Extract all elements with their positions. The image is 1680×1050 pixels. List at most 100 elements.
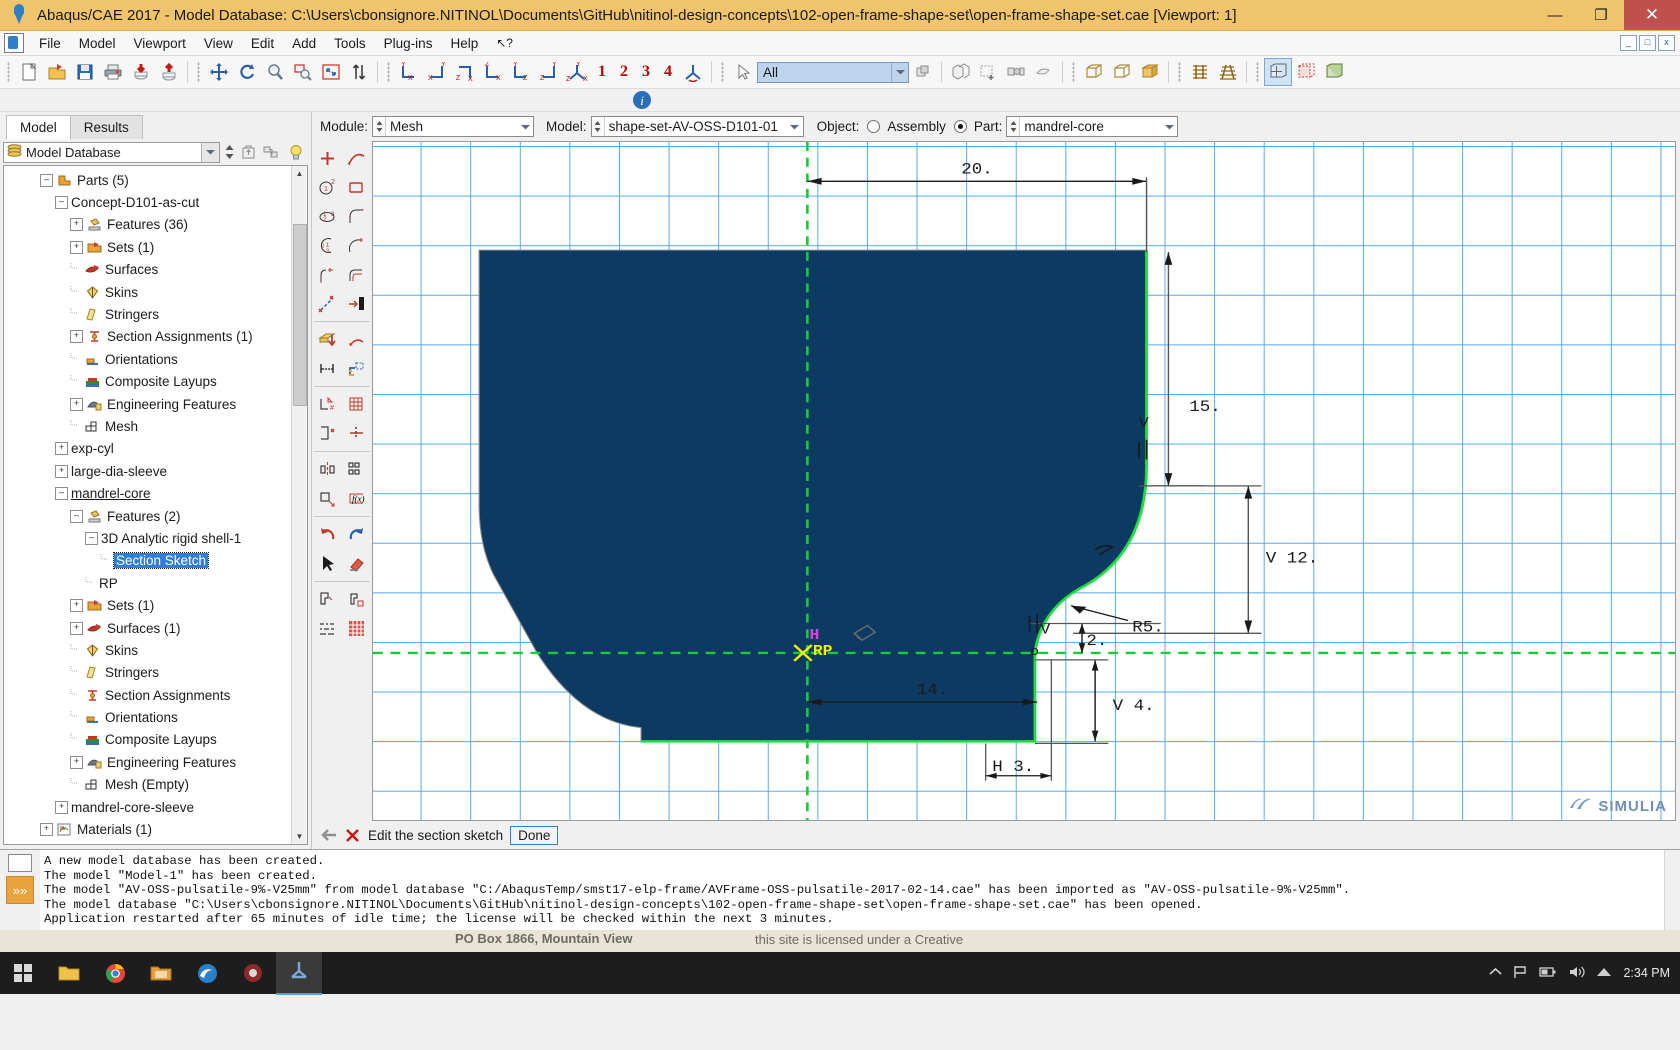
collapse-icon[interactable]: – bbox=[85, 531, 98, 545]
window-close-button[interactable]: ✕ bbox=[1624, 0, 1680, 30]
rectangle-icon[interactable] bbox=[342, 173, 371, 202]
model-tree[interactable]: – Parts (5) – Concept-D101-as-cut + Features … bbox=[3, 165, 308, 845]
expand-icon[interactable]: + bbox=[70, 397, 83, 411]
print-icon[interactable] bbox=[99, 58, 127, 86]
info-icon[interactable]: i bbox=[630, 89, 654, 111]
tree-item-mandrel-core[interactable]: – mandrel-core bbox=[4, 482, 307, 504]
delete-eraser-icon[interactable] bbox=[342, 549, 371, 578]
toolbar-grip[interactable] bbox=[195, 61, 202, 83]
open-icon[interactable] bbox=[43, 58, 71, 86]
redo-icon[interactable] bbox=[342, 520, 371, 549]
shaded-icon[interactable] bbox=[1136, 58, 1164, 86]
import-icon[interactable] bbox=[127, 58, 155, 86]
toolbar-grip[interactable] bbox=[385, 61, 392, 83]
autodim-icon[interactable]: # bbox=[313, 390, 342, 419]
display-selection-icon[interactable] bbox=[1292, 58, 1320, 86]
collapse-icon[interactable]: – bbox=[40, 173, 53, 187]
apply-view-icon[interactable] bbox=[679, 58, 707, 86]
linear-pattern-icon[interactable] bbox=[342, 455, 371, 484]
dot-grid-icon[interactable] bbox=[342, 390, 371, 419]
iso-view-icon[interactable]: Y Z X bbox=[563, 58, 591, 86]
app-red-icon[interactable] bbox=[230, 952, 276, 994]
display-all-icon[interactable] bbox=[1264, 58, 1292, 86]
tree-item-skins[interactable]: Skins bbox=[4, 281, 307, 303]
arc-tangent-icon[interactable] bbox=[313, 260, 342, 289]
select-cursor-icon[interactable] bbox=[729, 58, 757, 86]
expand-icon[interactable]: + bbox=[70, 621, 83, 635]
spline-icon[interactable] bbox=[342, 144, 371, 173]
view-preset-4-button[interactable]: 4 bbox=[657, 63, 679, 81]
volume-icon[interactable] bbox=[1568, 965, 1586, 982]
menu-item-model[interactable]: Model bbox=[70, 34, 125, 53]
wireframe-icon[interactable] bbox=[1080, 58, 1108, 86]
tab-results[interactable]: Results bbox=[69, 115, 143, 139]
module-spinner-icon[interactable] bbox=[373, 117, 387, 136]
menu-item-add[interactable]: Add bbox=[283, 34, 325, 53]
chrome-icon[interactable] bbox=[92, 952, 138, 994]
toolbar-grip[interactable] bbox=[5, 61, 12, 83]
object-part-radio[interactable] bbox=[953, 120, 967, 133]
undo-icon[interactable] bbox=[313, 520, 342, 549]
tree-item-sets-1[interactable]: + Sets (1) bbox=[4, 236, 307, 258]
tree-item-concept-d101-as-cut[interactable]: – Concept-D101-as-cut bbox=[4, 191, 307, 213]
tree-item-stringers[interactable]: Stringers bbox=[4, 303, 307, 325]
part-spinner-icon[interactable] bbox=[1007, 117, 1021, 136]
view-zx-icon[interactable]: XZ bbox=[451, 58, 479, 86]
rotate-icon[interactable] bbox=[233, 58, 261, 86]
remove-display-group-icon[interactable] bbox=[1030, 58, 1058, 86]
view-preset-2-button[interactable]: 2 bbox=[613, 63, 635, 81]
expand-icon[interactable]: + bbox=[70, 240, 83, 254]
scroll-thumb[interactable] bbox=[293, 224, 307, 406]
expand-icon[interactable]: + bbox=[70, 330, 83, 344]
view-yz-icon[interactable]: YZ bbox=[507, 58, 535, 86]
tree-item-section-sketch[interactable]: Section Sketch bbox=[4, 550, 307, 572]
menu-item-view[interactable]: View bbox=[195, 34, 242, 53]
command-line-toggle-icon[interactable]: »» bbox=[6, 876, 34, 904]
tree-item-composite-layups[interactable]: Composite Layups bbox=[4, 729, 307, 751]
line-icon[interactable] bbox=[313, 289, 342, 318]
scale-icon[interactable] bbox=[313, 484, 342, 513]
view-zx2-icon[interactable]: ZX bbox=[479, 58, 507, 86]
tree-item-composite-layups[interactable]: Composite Layups bbox=[4, 371, 307, 393]
save-icon[interactable] bbox=[71, 58, 99, 86]
model-database-combo[interactable]: Model Database bbox=[3, 141, 220, 163]
tree-scrollbar[interactable]: ▲ ▼ bbox=[291, 166, 307, 844]
tree-item-3d-analytic-rigid-shell-1[interactable]: –3D Analytic rigid shell-1 bbox=[4, 527, 307, 549]
cycle-views-icon[interactable] bbox=[345, 58, 373, 86]
taskbar-clock[interactable]: 2:34 PM bbox=[1623, 966, 1670, 980]
view-preset-3-button[interactable]: 3 bbox=[635, 63, 657, 81]
expand-icon[interactable]: + bbox=[70, 218, 83, 232]
message-log[interactable]: A new model database has been created. T… bbox=[40, 850, 1664, 930]
arc-3pt-icon[interactable]: 213 bbox=[313, 231, 342, 260]
tree-item-orientations[interactable]: Orientations bbox=[4, 706, 307, 728]
model-combo[interactable]: shape-set-AV-OSS-D101-01 bbox=[590, 116, 804, 137]
collapse-icon[interactable]: – bbox=[70, 509, 83, 523]
toolbar-grip[interactable] bbox=[1070, 61, 1077, 83]
fillet-icon[interactable] bbox=[342, 202, 371, 231]
tree-item-exp-cyl[interactable]: + exp-cyl bbox=[4, 438, 307, 460]
view-xy-icon[interactable]: YX bbox=[423, 58, 451, 86]
tree-item-mesh[interactable]: Mesh bbox=[4, 415, 307, 437]
sketcher-options-icon[interactable] bbox=[313, 614, 342, 643]
project-edges-icon[interactable] bbox=[342, 289, 371, 318]
expand-icon[interactable]: + bbox=[40, 823, 53, 837]
zoom-icon[interactable] bbox=[261, 58, 289, 86]
tree-item-rp[interactable]: RP bbox=[4, 572, 307, 594]
tree-item-features-2[interactable]: – Features (2) bbox=[4, 505, 307, 527]
trim-icon[interactable] bbox=[313, 419, 342, 448]
up-chevron-icon[interactable] bbox=[1489, 966, 1502, 980]
ellipse-icon[interactable]: 123 bbox=[313, 202, 342, 231]
cancel-x-icon[interactable] bbox=[344, 827, 361, 844]
model-spinner-icon[interactable] bbox=[591, 117, 605, 136]
circle-icon[interactable]: 12 bbox=[313, 173, 342, 202]
menu-item-viewport[interactable]: Viewport bbox=[125, 34, 195, 53]
pan-icon[interactable] bbox=[205, 58, 233, 86]
tree-filter-icon[interactable] bbox=[239, 142, 258, 162]
selection-options-icon[interactable] bbox=[909, 58, 937, 86]
tree-item-mandrel-core-sleeve[interactable]: + mandrel-core-sleeve bbox=[4, 796, 307, 818]
chevron-down-icon[interactable] bbox=[891, 62, 908, 82]
message-toggle-icon[interactable] bbox=[8, 854, 32, 872]
plot-deformed-icon[interactable] bbox=[1214, 58, 1242, 86]
tree-item-section-assignments-1[interactable]: + Section Assignments (1) bbox=[4, 326, 307, 348]
tree-item-orientations[interactable]: Orientations bbox=[4, 348, 307, 370]
